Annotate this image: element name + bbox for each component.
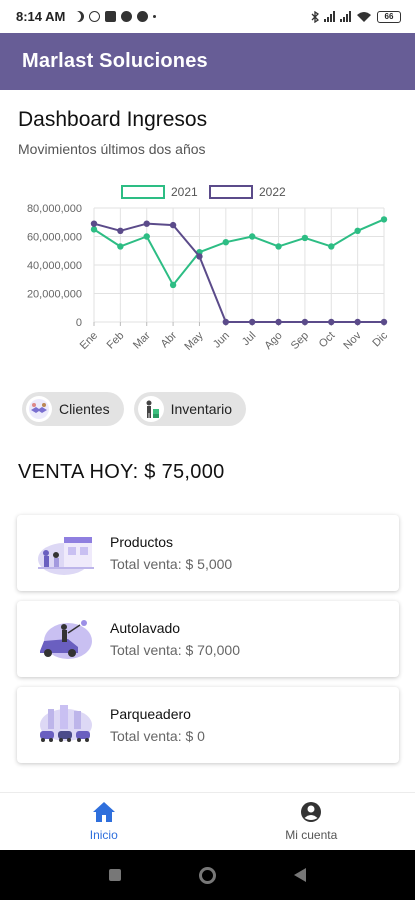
mute-icon [89,11,101,22]
series-line [93,218,385,286]
card-parqueadero[interactable]: Parqueadero Total venta: $ 0 [17,687,399,763]
bottom-navigation: Inicio Mi cuenta [0,792,415,850]
signal-icon [340,11,351,22]
data-point [301,318,309,326]
recent-apps-button[interactable] [109,869,121,881]
data-point [248,233,256,240]
legend-swatch [209,185,253,199]
car-wash-illustration [40,620,92,659]
card-productos-title: Productos [110,534,174,550]
data-point [90,220,98,227]
data-point [169,221,177,229]
dashboard-subtitle: Movimientos últimos dos años [18,141,206,157]
chip-clientes[interactable]: Clientes [22,392,124,426]
x-tick-label: Jul [240,330,258,348]
data-point [222,239,230,246]
x-tick-label: Abr [159,329,180,350]
x-tick-label: Ago [262,330,284,352]
card-autolavado[interactable]: Autolavado Total venta: $ 70,000 [17,601,399,677]
today-sales-total: VENTA HOY: $ 75,000 [18,461,225,483]
data-point [248,318,256,326]
chip-inventario-label: Inventario [170,401,233,417]
data-point [117,227,124,234]
x-tick-label: Sep [289,330,311,352]
y-tick-label: 80,000,000 [27,203,82,215]
facebook-icon [137,11,149,22]
app-notification-icon [105,11,117,22]
x-tick-label: Ene [78,330,100,352]
moon-icon [73,11,84,22]
nav-mi-cuenta[interactable]: Mi cuenta [208,793,415,850]
data-point [354,227,361,234]
handshake-icon [26,396,52,422]
income-line-chart: 0 20,000,000 40,000,000 60,000,000 80,000,00… [27,185,390,353]
data-point [328,243,335,250]
y-tick-label: 0 [76,317,82,329]
parking-illustration [40,705,92,742]
facebook-icon [121,11,133,22]
x-tick-label: May [182,329,206,353]
chip-inventario[interactable]: Inventario [133,392,247,426]
data-point [90,226,98,233]
signal-icon [324,11,335,22]
card-parqueadero-total: Total venta: $ 0 [110,728,205,744]
data-point [117,243,124,250]
card-productos-total: Total venta: $ 5,000 [110,556,233,572]
system-navigation-bar [0,850,415,900]
nav-inicio[interactable]: Inicio [0,793,208,850]
worker-icon [137,396,164,422]
quick-actions: Clientes Inventario [22,392,247,426]
back-button[interactable] [294,868,306,882]
status-bar: 8:14 AM 66 [0,0,415,33]
bluetooth-icon [311,10,319,23]
data-point [354,318,361,326]
battery-icon: 66 [377,10,401,23]
card-autolavado-title: Autolavado [110,620,181,636]
data-point [196,253,203,260]
x-tick-label: Dic [370,329,390,349]
y-tick-label: 60,000,000 [27,232,82,244]
card-parqueadero-title: Parqueadero [110,706,191,722]
card-productos[interactable]: Productos Total venta: $ 5,000 [17,515,399,591]
data-point [380,216,388,223]
y-tick-label: 20,000,000 [27,289,82,301]
y-tick-label: 40,000,000 [27,260,82,272]
status-right: 66 [311,10,401,23]
data-point [275,318,282,326]
data-point [275,243,282,250]
x-tick-label: Jun [211,330,232,351]
card-autolavado-total: Total venta: $ 70,000 [110,642,240,658]
x-tick-label: Mar [131,329,153,351]
legend-label: 2022 [259,185,286,199]
wifi-icon [357,11,371,22]
x-tick-label: Nov [341,329,364,352]
status-left: 8:14 AM [16,9,157,24]
data-point [301,234,309,242]
more-notifications-icon [153,15,157,18]
home-icon [92,802,115,822]
x-tick-label: Feb [105,330,127,352]
dashboard-title: Dashboard Ingresos [18,108,208,131]
store-illustration [38,537,94,575]
data-point [143,233,150,240]
nav-mi-cuenta-label: Mi cuenta [285,828,338,842]
data-point [380,318,388,326]
legend-label: 2021 [171,185,198,199]
nav-inicio-label: Inicio [89,828,118,842]
app-bar: Marlast Soluciones [0,33,415,90]
data-point [328,318,335,326]
data-point [169,281,177,289]
status-time: 8:14 AM [16,9,66,24]
legend-swatch [121,185,165,199]
account-icon [301,802,322,822]
home-button[interactable] [199,866,216,884]
data-point [222,318,230,326]
chip-clientes-label: Clientes [59,401,110,417]
app-title: Marlast Soluciones [22,50,208,72]
x-tick-label: Oct [317,330,338,351]
data-point [143,220,150,227]
